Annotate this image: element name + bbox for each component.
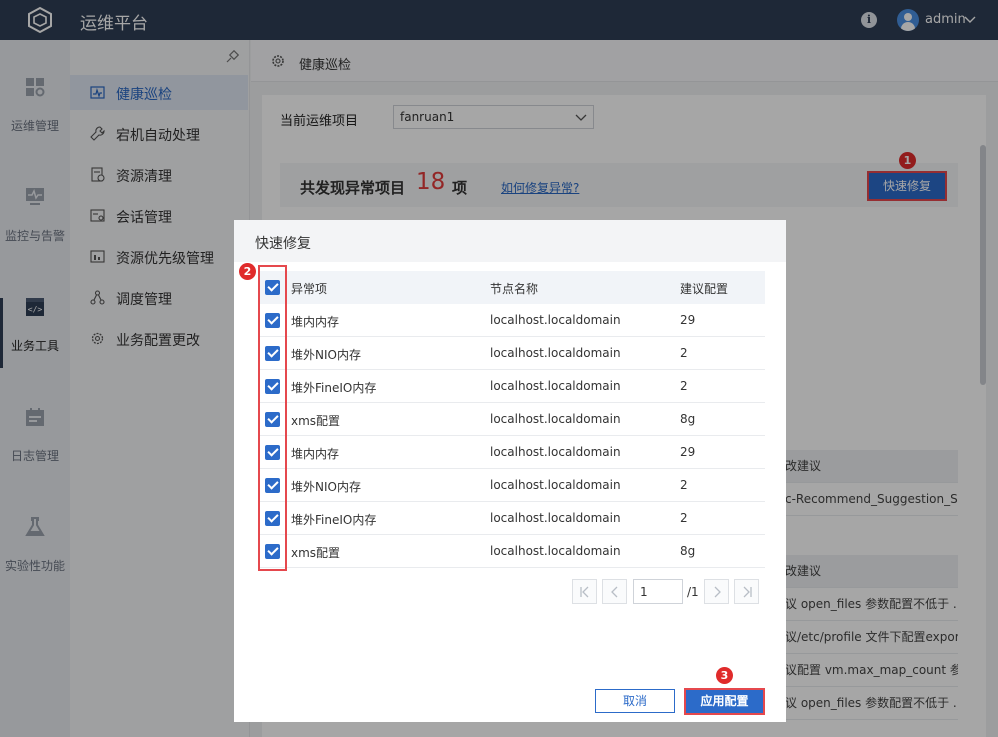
cell-suggested: 2 <box>680 511 688 525</box>
table-row[interactable]: 堆外FineIO内存 localhost.localdomain 2 <box>258 370 765 403</box>
dialog-title: 快速修复 <box>255 236 311 252</box>
cell-item: xms配置 <box>291 414 341 428</box>
cell-suggested: 29 <box>680 445 696 459</box>
first-page-button[interactable] <box>572 579 597 604</box>
cell-item: 堆外FineIO内存 <box>291 513 377 527</box>
prev-page-button[interactable] <box>602 579 627 604</box>
chevron-left-icon <box>611 586 618 598</box>
cell-suggested: 2 <box>680 478 688 492</box>
column-header: 异常项 <box>291 282 328 296</box>
page-total: /1 <box>687 585 699 599</box>
cell-item: 堆外FineIO内存 <box>291 381 377 395</box>
table-row[interactable]: xms配置 localhost.localdomain 8g <box>258 535 765 568</box>
cell-node: localhost.localdomain <box>490 478 621 492</box>
dialog-header: 快速修复 <box>234 220 786 262</box>
cell-node: localhost.localdomain <box>490 544 621 558</box>
page-number-input[interactable]: 1 <box>633 579 683 604</box>
table-row[interactable]: xms配置 localhost.localdomain 8g <box>258 403 765 436</box>
apply-config-button[interactable]: 应用配置 <box>684 688 765 715</box>
cell-node: localhost.localdomain <box>490 313 621 327</box>
column-header: 节点名称 <box>490 282 539 296</box>
cell-suggested: 8g <box>680 544 696 558</box>
cell-node: localhost.localdomain <box>490 445 621 459</box>
table-row[interactable]: 堆内内存 localhost.localdomain 29 <box>258 436 765 469</box>
checkbox-highlight-box <box>258 265 287 571</box>
cell-suggested: 2 <box>680 346 688 360</box>
table-header-row: 异常项 节点名称 建议配置 <box>258 271 765 304</box>
cell-item: 堆内内存 <box>291 315 340 329</box>
cancel-button[interactable]: 取消 <box>595 689 675 713</box>
cell-suggested: 8g <box>680 412 696 426</box>
cell-item: 堆外NIO内存 <box>291 480 361 494</box>
cell-node: localhost.localdomain <box>490 346 621 360</box>
table-row[interactable]: 堆外NIO内存 localhost.localdomain 2 <box>258 337 765 370</box>
cell-node: localhost.localdomain <box>490 412 621 426</box>
cell-node: localhost.localdomain <box>490 379 621 393</box>
table-row[interactable]: 堆外NIO内存 localhost.localdomain 2 <box>258 469 765 502</box>
step-marker: 2 <box>239 263 256 280</box>
table-row[interactable]: 堆外FineIO内存 localhost.localdomain 2 <box>258 502 765 535</box>
cell-node: localhost.localdomain <box>490 511 621 525</box>
quick-fix-dialog: 快速修复 异常项 节点名称 建议配置 堆内内存 localhost.locald… <box>234 220 786 722</box>
next-page-button[interactable] <box>704 579 729 604</box>
cell-item: xms配置 <box>291 546 341 560</box>
cell-item: 堆外NIO内存 <box>291 348 361 362</box>
first-page-icon <box>580 586 589 598</box>
cell-suggested: 2 <box>680 379 688 393</box>
table-row[interactable]: 堆内内存 localhost.localdomain 29 <box>258 304 765 337</box>
chevron-right-icon <box>714 586 721 598</box>
step-marker: 3 <box>716 667 733 684</box>
cell-item: 堆内内存 <box>291 447 340 461</box>
last-page-icon <box>743 586 752 598</box>
cell-suggested: 29 <box>680 313 696 327</box>
column-header: 建议配置 <box>680 282 729 296</box>
last-page-button[interactable] <box>734 579 759 604</box>
